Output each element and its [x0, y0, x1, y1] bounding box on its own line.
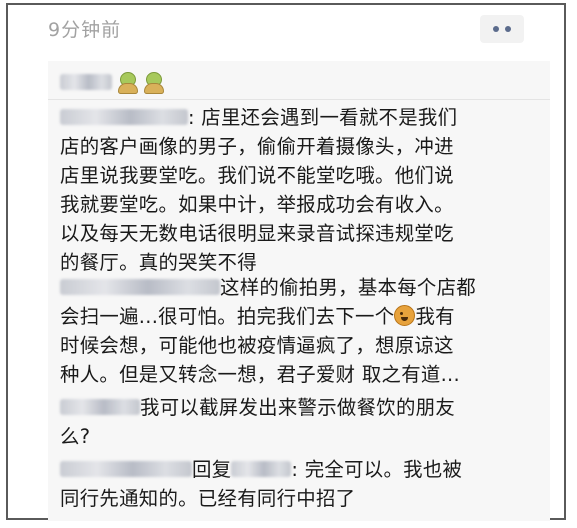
comment-item[interactable]: : 店里还会遇到一看就不是我们 店的客户画像的男子，偷偷开着摄像头，冲进 店里说… — [60, 103, 540, 277]
comment-text: 我可以截屏发出来警示做餐饮的朋友 — [140, 396, 456, 419]
wink-emoji-icon — [394, 305, 416, 326]
comment-line: 以及每天无数电话很明显来录音试探违规堂吃 — [60, 222, 454, 245]
blurred-reply-target-name[interactable] — [231, 460, 292, 477]
comment-line: 店里说我要堂吃。我们说不能堂吃哦。他们说 — [60, 164, 454, 187]
comment-panel: : 店里还会遇到一看就不是我们 店的客户画像的男子，偷偷开着摄像头，冲进 店里说… — [48, 61, 550, 521]
comment-text: 我有 — [415, 305, 455, 328]
more-dots-icon — [505, 26, 511, 32]
thumbs-up-emoji-icon — [116, 71, 138, 94]
thumbs-up-emoji-icon — [142, 71, 164, 94]
comment-line: 么? — [60, 425, 91, 448]
blurred-author-name[interactable] — [60, 278, 220, 295]
comment-item[interactable]: 我可以截屏发出来警示做餐饮的朋友 么? — [60, 393, 540, 451]
comment-line: 我可以截屏发出来警示做餐饮的朋友 — [60, 393, 540, 422]
comment-text: 这样的偷拍男，基本每个店都 — [220, 276, 476, 299]
post-timestamp: 9分钟前 — [48, 19, 122, 41]
comment-line: 时候会想，可能他也被疫情逼疯了，想原谅这 — [60, 334, 454, 357]
comment-line: 店的客户画像的男子，偷偷开着摄像头，冲进 — [60, 135, 454, 158]
reply-item[interactable]: 回复: 完全可以。我也被 同行先通知的。已经有同行中招了 — [60, 455, 540, 513]
comment-line: 种人。但是又转念一想，君子爱财 取之有道... — [60, 363, 460, 386]
likes-divider — [48, 99, 550, 100]
blurred-author-name[interactable] — [60, 460, 192, 477]
comment-item[interactable]: 这样的偷拍男，基本每个店都 会扫一遍...很可怕。拍完我们去下一个 我有 时候会想… — [60, 273, 540, 389]
more-dots-icon — [493, 26, 499, 32]
likes-row — [60, 67, 164, 97]
comment-line: 我就要堂吃。如果中计，举报成功会有收入。 — [60, 193, 454, 216]
comment-line: 这样的偷拍男，基本每个店都 — [60, 273, 540, 302]
comment-line: : 店里还会遇到一看就不是我们 — [60, 103, 540, 132]
blurred-liker-name — [60, 74, 112, 90]
comment-text: 店里还会遇到一看就不是我们 — [201, 106, 458, 129]
comment-line: 同行先通知的。已经有同行中招了 — [60, 487, 356, 510]
comment-separator: : — [188, 106, 202, 129]
comment-separator: : — [291, 458, 305, 481]
comment-line: 回复: 完全可以。我也被 — [60, 455, 540, 484]
reply-label: 回复 — [192, 458, 232, 481]
blurred-author-name[interactable] — [60, 398, 140, 415]
comment-text: 完全可以。我也被 — [304, 458, 463, 481]
blurred-author-name[interactable] — [60, 108, 188, 125]
screenshot-frame: 9分钟前 : 店里还会遇到一看就不是我们 店的客户画像的男子，偷偷开着摄像头，冲… — [6, 3, 566, 521]
comment-line: 会扫一遍...很可怕。拍完我们去下一个 我有 — [60, 302, 540, 331]
more-options-button[interactable] — [480, 15, 524, 43]
comment-text: 会扫一遍...很可怕。拍完我们去下一个 — [60, 305, 395, 328]
